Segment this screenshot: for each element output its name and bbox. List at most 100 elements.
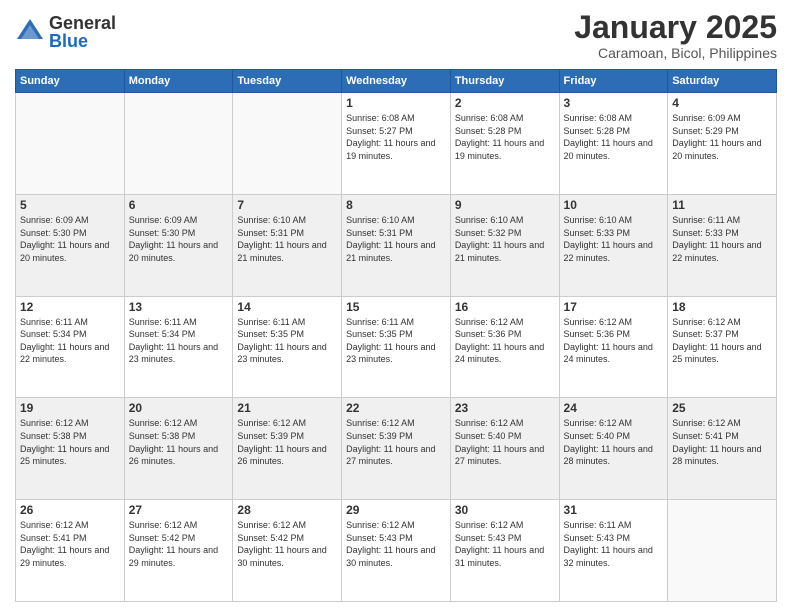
day-info: Sunrise: 6:12 AMSunset: 5:39 PMDaylight:… <box>237 417 337 467</box>
calendar-cell: 11 Sunrise: 6:11 AMSunset: 5:33 PMDayligh… <box>668 194 777 296</box>
day-info: Sunrise: 6:11 AMSunset: 5:33 PMDaylight:… <box>672 214 772 264</box>
day-info: Sunrise: 6:12 AMSunset: 5:42 PMDaylight:… <box>129 519 229 569</box>
calendar-cell: 15Sunrise: 6:11 AMSunset: 5:35 PMDayligh… <box>342 296 451 398</box>
calendar-cell: 22 Sunrise: 6:12 AMSunset: 5:39 PMDayligh… <box>342 398 451 500</box>
calendar-cell: 3Sunrise: 6:08 AMSunset: 5:28 PMDaylight… <box>559 93 668 195</box>
calendar-cell: 16Sunrise: 6:12 AMSunset: 5:36 PMDayligh… <box>450 296 559 398</box>
day-info: Sunrise: 6:12 AMSunset: 5:39 PMDaylight:… <box>346 417 446 467</box>
calendar-cell: 29 Sunrise: 6:12 AMSunset: 5:43 PMDayligh… <box>342 500 451 602</box>
day-number: 29 <box>346 503 446 517</box>
logo-icon <box>15 17 45 47</box>
day-info: Sunrise: 6:11 AMSunset: 5:34 PMDaylight:… <box>20 316 120 366</box>
day-info: Sunrise: 6:11 AMSunset: 5:35 PMDaylight:… <box>237 316 337 366</box>
day-number: 12 <box>20 300 120 314</box>
day-number: 6 <box>129 198 229 212</box>
day-number: 24 <box>564 401 664 415</box>
logo: General Blue <box>15 14 116 50</box>
day-info: Sunrise: 6:12 AMSunset: 5:42 PMDaylight:… <box>237 519 337 569</box>
calendar-cell: 17 Sunrise: 6:12 AMSunset: 5:36 PMDayligh… <box>559 296 668 398</box>
calendar-cell: 30 Sunrise: 6:12 AMSunset: 5:43 PMDayligh… <box>450 500 559 602</box>
calendar-header-friday: Friday <box>559 70 668 93</box>
day-number: 14 <box>237 300 337 314</box>
day-info: Sunrise: 6:12 AMSunset: 5:36 PMDaylight:… <box>564 316 664 366</box>
day-info: Sunrise: 6:11 AMSunset: 5:34 PMDaylight:… <box>129 316 229 366</box>
day-number: 27 <box>129 503 229 517</box>
calendar-week-row: 1 Sunrise: 6:08 AMSunset: 5:27 PMDaylight… <box>16 93 777 195</box>
calendar-cell: 18 Sunrise: 6:12 AMSunset: 5:37 PMDayligh… <box>668 296 777 398</box>
calendar-header-thursday: Thursday <box>450 70 559 93</box>
calendar-cell: 13 Sunrise: 6:11 AMSunset: 5:34 PMDayligh… <box>124 296 233 398</box>
calendar-cell: 28 Sunrise: 6:12 AMSunset: 5:42 PMDayligh… <box>233 500 342 602</box>
calendar-cell: 9Sunrise: 6:10 AMSunset: 5:32 PMDaylight… <box>450 194 559 296</box>
day-info: Sunrise: 6:10 AMSunset: 5:31 PMDaylight:… <box>237 214 337 264</box>
day-info: Sunrise: 6:12 AMSunset: 5:37 PMDaylight:… <box>672 316 772 366</box>
day-info: Sunrise: 6:11 AMSunset: 5:35 PMDaylight:… <box>346 316 446 366</box>
calendar-cell: 20 Sunrise: 6:12 AMSunset: 5:38 PMDayligh… <box>124 398 233 500</box>
calendar-cell: 7Sunrise: 6:10 AMSunset: 5:31 PMDaylight… <box>233 194 342 296</box>
day-info: Sunrise: 6:12 AMSunset: 5:43 PMDaylight:… <box>455 519 555 569</box>
day-number: 8 <box>346 198 446 212</box>
calendar-header-tuesday: Tuesday <box>233 70 342 93</box>
day-info: Sunrise: 6:12 AMSunset: 5:41 PMDaylight:… <box>672 417 772 467</box>
calendar-cell <box>124 93 233 195</box>
day-number: 20 <box>129 401 229 415</box>
day-number: 21 <box>237 401 337 415</box>
day-number: 31 <box>564 503 664 517</box>
day-number: 4 <box>672 96 772 110</box>
day-info: Sunrise: 6:10 AMSunset: 5:33 PMDaylight:… <box>564 214 664 264</box>
calendar-cell: 27 Sunrise: 6:12 AMSunset: 5:42 PMDayligh… <box>124 500 233 602</box>
day-info: Sunrise: 6:12 AMSunset: 5:38 PMDaylight:… <box>129 417 229 467</box>
calendar-cell: 31 Sunrise: 6:11 AMSunset: 5:43 PMDayligh… <box>559 500 668 602</box>
calendar-cell: 4 Sunrise: 6:09 AMSunset: 5:29 PMDaylight… <box>668 93 777 195</box>
day-number: 10 <box>564 198 664 212</box>
calendar-week-row: 12 Sunrise: 6:11 AMSunset: 5:34 PMDayligh… <box>16 296 777 398</box>
day-info: Sunrise: 6:08 AMSunset: 5:28 PMDaylight:… <box>455 112 555 162</box>
calendar-cell: 21 Sunrise: 6:12 AMSunset: 5:39 PMDayligh… <box>233 398 342 500</box>
calendar-header-sunday: Sunday <box>16 70 125 93</box>
calendar-cell: 14 Sunrise: 6:11 AMSunset: 5:35 PMDayligh… <box>233 296 342 398</box>
month-title: January 2025 <box>574 10 777 45</box>
calendar-cell: 26 Sunrise: 6:12 AMSunset: 5:41 PMDayligh… <box>16 500 125 602</box>
calendar-table: SundayMondayTuesdayWednesdayThursdayFrid… <box>15 69 777 602</box>
calendar-cell: 1 Sunrise: 6:08 AMSunset: 5:27 PMDaylight… <box>342 93 451 195</box>
day-info: Sunrise: 6:08 AMSunset: 5:27 PMDaylight:… <box>346 112 446 162</box>
day-info: Sunrise: 6:11 AMSunset: 5:43 PMDaylight:… <box>564 519 664 569</box>
day-info: Sunrise: 6:12 AMSunset: 5:36 PMDaylight:… <box>455 316 555 366</box>
day-number: 28 <box>237 503 337 517</box>
calendar-cell: 25 Sunrise: 6:12 AMSunset: 5:41 PMDayligh… <box>668 398 777 500</box>
page: General Blue January 2025 Caramoan, Bico… <box>0 0 792 612</box>
calendar-cell: 8 Sunrise: 6:10 AMSunset: 5:31 PMDaylight… <box>342 194 451 296</box>
calendar-cell <box>16 93 125 195</box>
calendar-week-row: 5Sunrise: 6:09 AMSunset: 5:30 PMDaylight… <box>16 194 777 296</box>
day-number: 19 <box>20 401 120 415</box>
calendar-header-wednesday: Wednesday <box>342 70 451 93</box>
calendar-cell: 19Sunrise: 6:12 AMSunset: 5:38 PMDayligh… <box>16 398 125 500</box>
day-info: Sunrise: 6:12 AMSunset: 5:41 PMDaylight:… <box>20 519 120 569</box>
day-number: 18 <box>672 300 772 314</box>
calendar-cell: 2Sunrise: 6:08 AMSunset: 5:28 PMDaylight… <box>450 93 559 195</box>
logo-blue: Blue <box>49 32 116 50</box>
day-info: Sunrise: 6:10 AMSunset: 5:32 PMDaylight:… <box>455 214 555 264</box>
day-info: Sunrise: 6:12 AMSunset: 5:40 PMDaylight:… <box>455 417 555 467</box>
day-number: 26 <box>20 503 120 517</box>
day-number: 11 <box>672 198 772 212</box>
day-number: 23 <box>455 401 555 415</box>
day-info: Sunrise: 6:08 AMSunset: 5:28 PMDaylight:… <box>564 112 664 162</box>
day-info: Sunrise: 6:10 AMSunset: 5:31 PMDaylight:… <box>346 214 446 264</box>
day-info: Sunrise: 6:12 AMSunset: 5:43 PMDaylight:… <box>346 519 446 569</box>
day-info: Sunrise: 6:09 AMSunset: 5:29 PMDaylight:… <box>672 112 772 162</box>
calendar-week-row: 26 Sunrise: 6:12 AMSunset: 5:41 PMDayligh… <box>16 500 777 602</box>
calendar-cell <box>233 93 342 195</box>
day-number: 25 <box>672 401 772 415</box>
logo-general: General <box>49 14 116 32</box>
title-block: January 2025 Caramoan, Bicol, Philippine… <box>574 10 777 61</box>
day-number: 22 <box>346 401 446 415</box>
calendar-cell: 6Sunrise: 6:09 AMSunset: 5:30 PMDaylight… <box>124 194 233 296</box>
logo-text: General Blue <box>49 14 116 50</box>
day-number: 1 <box>346 96 446 110</box>
day-number: 30 <box>455 503 555 517</box>
day-number: 17 <box>564 300 664 314</box>
day-info: Sunrise: 6:09 AMSunset: 5:30 PMDaylight:… <box>20 214 120 264</box>
day-number: 13 <box>129 300 229 314</box>
calendar-cell: 23 Sunrise: 6:12 AMSunset: 5:40 PMDayligh… <box>450 398 559 500</box>
